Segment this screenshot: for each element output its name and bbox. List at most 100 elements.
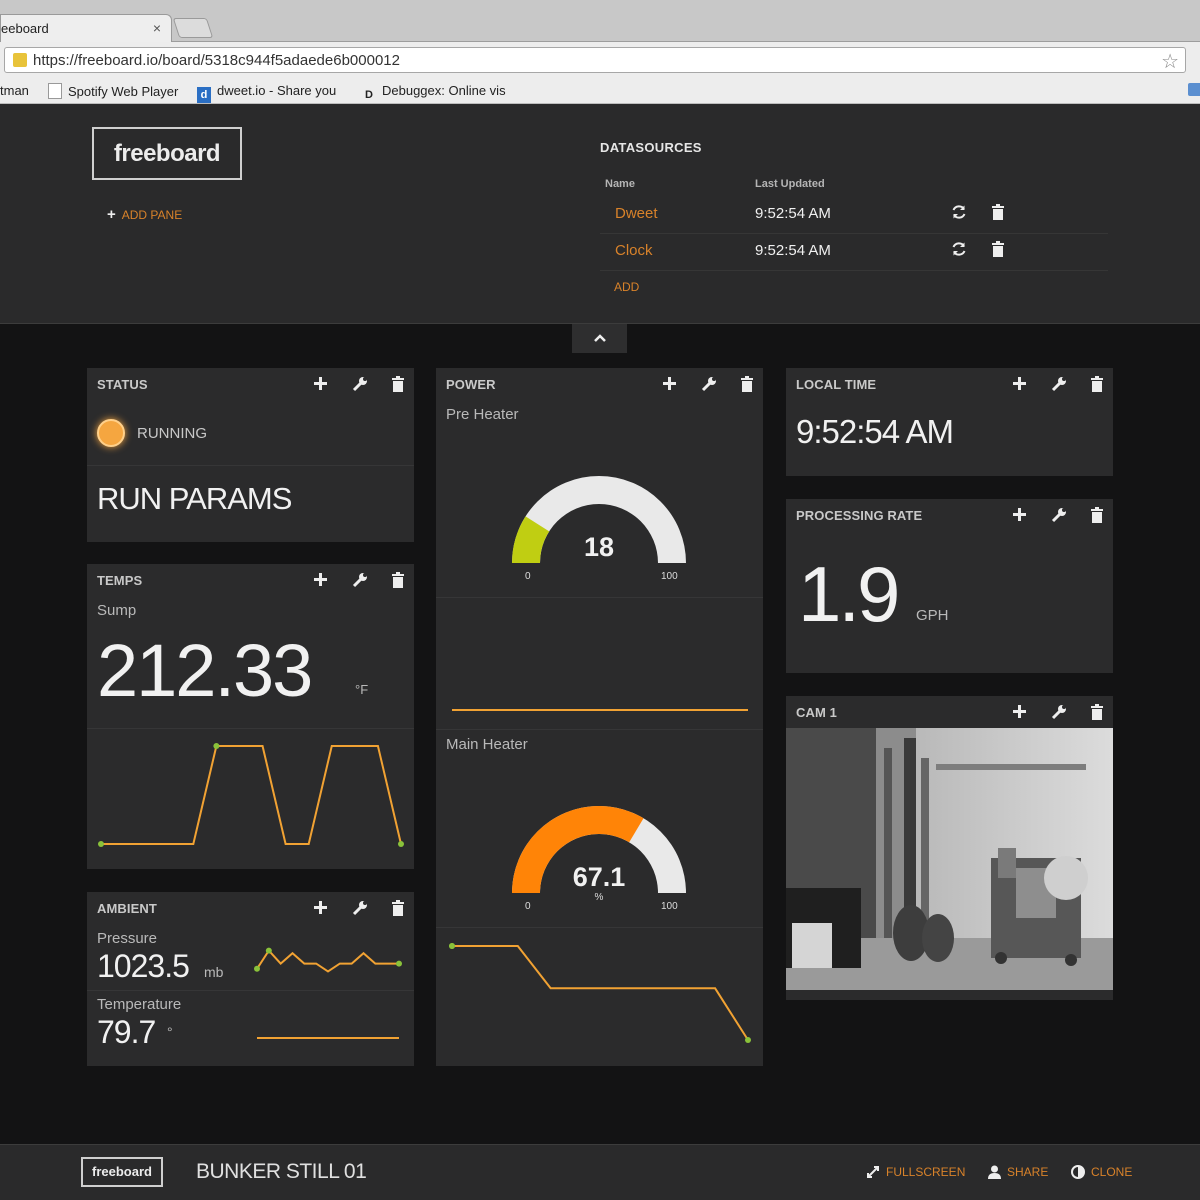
main-heater-gauge-max: 100 bbox=[661, 901, 678, 912]
sparkline-point bbox=[449, 943, 455, 949]
trash-icon[interactable] bbox=[1088, 506, 1106, 524]
trash-icon[interactable] bbox=[738, 375, 756, 393]
datasources-name-header: Name bbox=[605, 178, 635, 190]
datasource-name[interactable]: Dweet bbox=[615, 205, 658, 222]
pane-header: TEMPS bbox=[87, 564, 414, 596]
trash-icon[interactable] bbox=[389, 571, 407, 589]
divider bbox=[436, 729, 763, 730]
trash-icon[interactable] bbox=[989, 203, 1007, 221]
wrench-icon[interactable] bbox=[351, 899, 369, 917]
pressure-sparkline bbox=[254, 947, 402, 973]
refresh-icon[interactable] bbox=[950, 240, 968, 258]
wrench-icon[interactable] bbox=[700, 375, 718, 393]
wrench-icon[interactable] bbox=[1050, 375, 1068, 393]
footer-freeboard-logo[interactable]: freeboard bbox=[81, 1157, 163, 1187]
bookmark-item[interactable]: Spotify Web Player bbox=[48, 83, 188, 99]
pane-title: POWER bbox=[446, 377, 496, 392]
pane-header: PROCESSING RATE bbox=[786, 499, 1113, 531]
wrench-icon[interactable] bbox=[1050, 703, 1068, 721]
pane-title: CAM 1 bbox=[796, 705, 837, 720]
lock-icon bbox=[13, 53, 27, 67]
plus-icon[interactable] bbox=[312, 571, 330, 589]
main-heater-gauge-unit: % bbox=[594, 892, 604, 903]
pressure-sparkline-line bbox=[256, 948, 399, 973]
status-indicator-label: RUNNING bbox=[137, 425, 207, 442]
bookmark-star-icon[interactable]: ☆ bbox=[1161, 49, 1179, 74]
temps-pane: TEMPS Sump 212.33 °F bbox=[87, 564, 414, 869]
sparkline-point bbox=[396, 960, 402, 967]
pre-heater-gauge-max: 100 bbox=[661, 571, 678, 582]
add-datasource-button[interactable]: ADD bbox=[614, 280, 639, 294]
wrench-icon[interactable] bbox=[351, 571, 369, 589]
fullscreen-button[interactable]: FULLSCREEN bbox=[866, 1165, 965, 1179]
plus-icon[interactable] bbox=[312, 375, 330, 393]
pane-header: AMBIENT bbox=[87, 892, 414, 924]
trash-icon[interactable] bbox=[389, 899, 407, 917]
bookmark-item[interactable]: tman bbox=[0, 83, 29, 98]
sparkline-point bbox=[98, 841, 104, 847]
collapse-header-button[interactable] bbox=[572, 324, 627, 353]
pre-heater-label: Pre Heater bbox=[446, 406, 519, 423]
wrench-icon[interactable] bbox=[351, 375, 369, 393]
temps-sump-label: Sump bbox=[97, 602, 137, 619]
main-heater-gauge-min: 0 bbox=[525, 901, 531, 912]
sparkline-point bbox=[745, 1037, 751, 1043]
freeboard-logo[interactable]: freeboard bbox=[92, 127, 242, 180]
cam-pane: CAM 1 bbox=[786, 696, 1113, 1000]
browser-tab[interactable]: eeboard × bbox=[0, 14, 172, 42]
address-bar[interactable]: https://freeboard.io/board/5318c944f5ada… bbox=[4, 47, 1186, 73]
new-tab-button[interactable] bbox=[172, 18, 214, 38]
local-time-pane: LOCAL TIME 9:52:54 AM bbox=[786, 368, 1113, 476]
clone-button[interactable]: CLONE bbox=[1071, 1165, 1132, 1179]
camera-feed-image bbox=[786, 728, 1113, 990]
user-icon bbox=[988, 1165, 1001, 1179]
pane-header: STATUS bbox=[87, 368, 414, 400]
share-button[interactable]: SHARE bbox=[988, 1165, 1048, 1179]
sparkline-point bbox=[398, 841, 404, 847]
bookmark-item[interactable]: D Debuggex: Online vis bbox=[362, 83, 510, 104]
browser-tabstrip: eeboard × bbox=[0, 0, 1200, 42]
pressure-label: Pressure bbox=[97, 930, 158, 947]
browser-toolbar: https://freeboard.io/board/5318c944f5ada… bbox=[0, 42, 1200, 78]
tab-title: eeboard bbox=[1, 21, 49, 36]
main-heater-sparkline bbox=[449, 943, 751, 1043]
dweet-icon: d bbox=[197, 87, 211, 103]
datasource-updated: 9:52:54 AM bbox=[755, 242, 831, 259]
processing-rate-pane: PROCESSING RATE 1.9 GPH bbox=[786, 499, 1113, 673]
trash-icon[interactable] bbox=[989, 240, 1007, 258]
plus-icon[interactable] bbox=[1011, 375, 1029, 393]
url-text: https://freeboard.io/board/5318c944f5ada… bbox=[33, 52, 400, 69]
pane-title: TEMPS bbox=[97, 573, 143, 588]
tab-close-icon[interactable]: × bbox=[153, 20, 161, 36]
sparkline-point bbox=[254, 965, 260, 972]
main-heater-gauge-value: 67.1 bbox=[572, 862, 626, 892]
plus-icon: + bbox=[107, 206, 116, 223]
temps-sump-value: 212.33 bbox=[97, 629, 313, 712]
pressure-value: 1023.5 bbox=[97, 948, 190, 984]
pane-header: POWER bbox=[436, 368, 763, 400]
divider bbox=[87, 990, 414, 991]
pane-header: CAM 1 bbox=[786, 696, 1113, 728]
pane-header: LOCAL TIME bbox=[786, 368, 1113, 400]
wrench-icon[interactable] bbox=[1050, 506, 1068, 524]
expand-icon bbox=[867, 1166, 879, 1178]
plus-icon[interactable] bbox=[1011, 703, 1029, 721]
plus-icon[interactable] bbox=[312, 899, 330, 917]
add-pane-button[interactable]: + ADD PANE bbox=[107, 206, 182, 223]
refresh-icon[interactable] bbox=[950, 203, 968, 221]
divider bbox=[436, 927, 763, 928]
main-heater-label: Main Heater bbox=[446, 736, 528, 753]
divider bbox=[87, 465, 414, 466]
bookmark-item[interactable]: d dweet.io - Share you bbox=[197, 83, 345, 103]
plus-icon[interactable] bbox=[1011, 506, 1029, 524]
sparkline-point bbox=[213, 743, 220, 749]
page-icon bbox=[48, 83, 62, 99]
trash-icon[interactable] bbox=[389, 375, 407, 393]
datasource-name[interactable]: Clock bbox=[615, 242, 653, 259]
trash-icon[interactable] bbox=[1088, 375, 1106, 393]
status-text: RUN PARAMS bbox=[97, 481, 292, 516]
trash-icon[interactable] bbox=[1088, 703, 1106, 721]
folder-icon[interactable] bbox=[1188, 83, 1200, 96]
temperature-label: Temperature bbox=[97, 996, 182, 1013]
plus-icon[interactable] bbox=[661, 375, 679, 393]
